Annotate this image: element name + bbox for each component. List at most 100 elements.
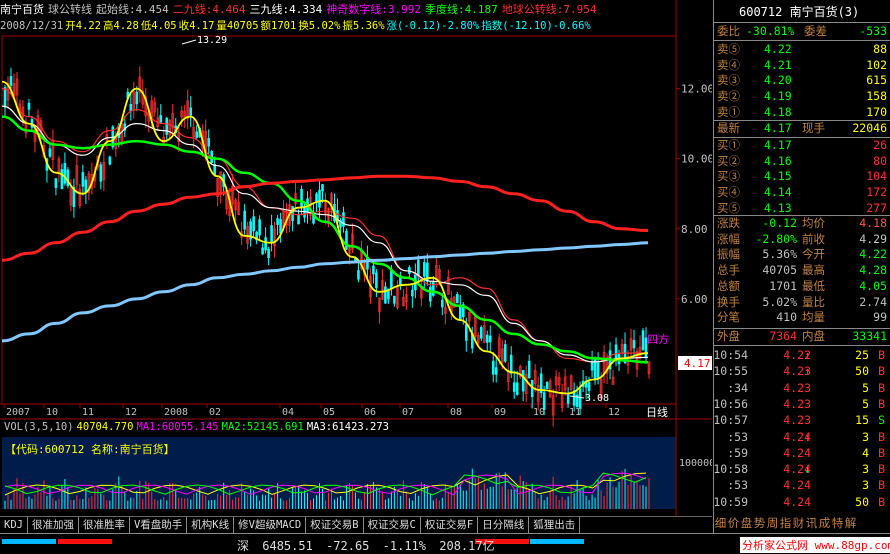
indicator-tab[interactable]: 机构K线 [187,517,235,534]
detail-tab[interactable]: 指 [779,514,792,532]
price-tick-label: 8.00 [681,223,708,236]
detail-tab[interactable]: 价 [727,514,740,532]
detail-tab[interactable]: 成 [818,514,831,532]
legend-item: 起始线:4.454 [96,3,169,16]
buy-level-row[interactable]: 买② 4.16 80 [714,154,890,170]
tick-time: :34 [727,380,748,395]
tick-side: B [878,396,885,411]
sell-level-label: 卖④ [717,57,740,72]
indicator-tab[interactable]: KDJ [0,517,28,534]
stat-label: 换手 [717,294,740,309]
indicator-tab[interactable]: 很准加强 [27,517,79,534]
stat-value: -0.12 [762,216,797,230]
status-bar: 深 6485.51 -72.65 -1.11% 208.17亿 分析家公式网 w… [0,533,890,554]
tick-volume: 4 [862,445,869,460]
candle-body [303,207,306,218]
stat-label: 最高 [802,263,825,278]
candle-body [207,137,210,147]
index-amount: 208.17亿 [439,539,495,553]
sell-level-row[interactable]: 卖① 4.18 170 [714,105,890,121]
candle-body [108,156,112,165]
tick-side: B [878,380,885,395]
sell-level-row[interactable]: 卖⑤ 4.22 88 [714,42,890,58]
tick-volume: 15 [855,413,869,428]
outer-value: 7364 [769,329,797,343]
buy-level-row[interactable]: 买③ 4.15 104 [714,169,890,185]
price-tick-label: 10.00 [681,153,712,166]
stock-terminal: 12.00 10.00 8.00 6.00 4.17 2007 10 11 12 2008 02 04… [0,0,890,554]
index-change: -72.65 [326,539,370,553]
detail-tab[interactable]: 特 [831,514,844,532]
tick-direction: ↓ [804,462,811,477]
indicator-tab[interactable]: V看盘助手 [129,517,188,534]
candle-body [503,344,507,362]
candle-body [515,382,519,395]
info-item: 量40705 [216,20,259,32]
buy-volume: 104 [866,169,887,184]
stock-code-name[interactable]: 600712 南宁百货(3) [739,4,859,20]
tick-direction: ↑ [804,348,811,362]
buy-price: 4.16 [764,153,792,168]
tick-volume: 3 [862,478,869,493]
buy-level-row[interactable]: 买④ 4.14 172 [714,185,890,201]
candle-body [297,214,300,225]
candle-body [375,272,378,289]
indicator-tab[interactable]: 权证交易F [420,517,479,534]
sell-price: 4.21 [764,57,792,72]
corner-label: 四方 [647,332,669,346]
indicator-tab[interactable]: 权证交易C [363,517,421,534]
candle-body [596,361,600,378]
detail-tab[interactable]: 讯 [805,514,818,532]
indicator-tab[interactable]: 权证交易B [306,517,364,534]
inner-label: 内盘 [802,329,825,343]
status-box-4 [530,539,584,544]
candle-body [264,237,267,251]
kline-chart[interactable]: 12.00 10.00 8.00 6.00 4.17 2007 10 11 12 2008 02 04… [0,0,712,516]
sell-level-row[interactable]: 卖④ 4.21 102 [714,58,890,74]
info-item: 指数(-12.10)-0.66% [481,20,591,32]
info-item: 2008/12/31 [0,20,64,32]
detail-tab[interactable]: 周 [766,514,779,532]
candle-body [60,169,64,190]
candle-body [455,294,459,304]
indicator-tab[interactable]: 日分隔线 [478,517,530,534]
indicator-tabs: KDJ 很准加强 很准胜率 V看盘助手 机构K线 修V超级MACD 权证交易B 权证交易C 权证… [0,516,712,534]
stat-label: 最低 [802,278,825,293]
legend-item: 地球公转线:7.954 [501,3,597,16]
tick-side: B [878,429,885,444]
info-item: 振5.36% [342,20,385,32]
sell-level-label: 卖① [717,104,740,119]
tick-side: S [878,413,885,428]
detail-tab[interactable]: 细 [714,514,727,532]
indicator-tab[interactable]: 狐狸出击 [529,517,581,534]
buy-level-row[interactable]: 买⑤ 4.13 277 [714,201,890,217]
buy-level-label: 买② [717,153,740,168]
candle-body [411,289,414,297]
market-label: 深 [237,539,250,553]
indicator-tab[interactable]: 很准胜率 [78,517,130,534]
detail-tab[interactable]: 财 [792,514,805,532]
buy-level-row[interactable]: 买① 4.17 26 [714,138,890,154]
tick-volume: 3 [862,462,869,477]
candle-body [423,262,426,277]
sell-level-row[interactable]: 卖③ 4.20 615 [714,73,890,89]
stat-value: 4.22 [859,247,887,262]
weicha-value: -533 [859,24,887,38]
indicator-tab[interactable]: 修V超级MACD [234,517,307,534]
period-label[interactable]: 日线 [646,405,668,419]
vol-tick-label: 100000 [679,458,712,469]
candle-body [479,327,483,339]
sell-level-row[interactable]: 卖② 4.19 158 [714,89,890,105]
detail-tab[interactable]: 盘 [740,514,753,532]
latest-row: 最新 4.17 现手 22046 [714,121,890,137]
stat-label: 总手 [717,263,740,278]
tick-side: B [878,494,885,509]
tick-volume: 5 [862,380,869,395]
detail-tab[interactable]: 势 [753,514,766,532]
vol-legend-item: MA2:52145.691 [221,421,304,433]
candle-body [261,247,264,255]
detail-tab[interactable]: 解 [844,514,857,532]
tick-row: 10:55 4.23 ↑ 50 B [713,363,890,379]
legend-item: 南宁百货 [0,3,44,16]
candle-body [566,392,570,404]
